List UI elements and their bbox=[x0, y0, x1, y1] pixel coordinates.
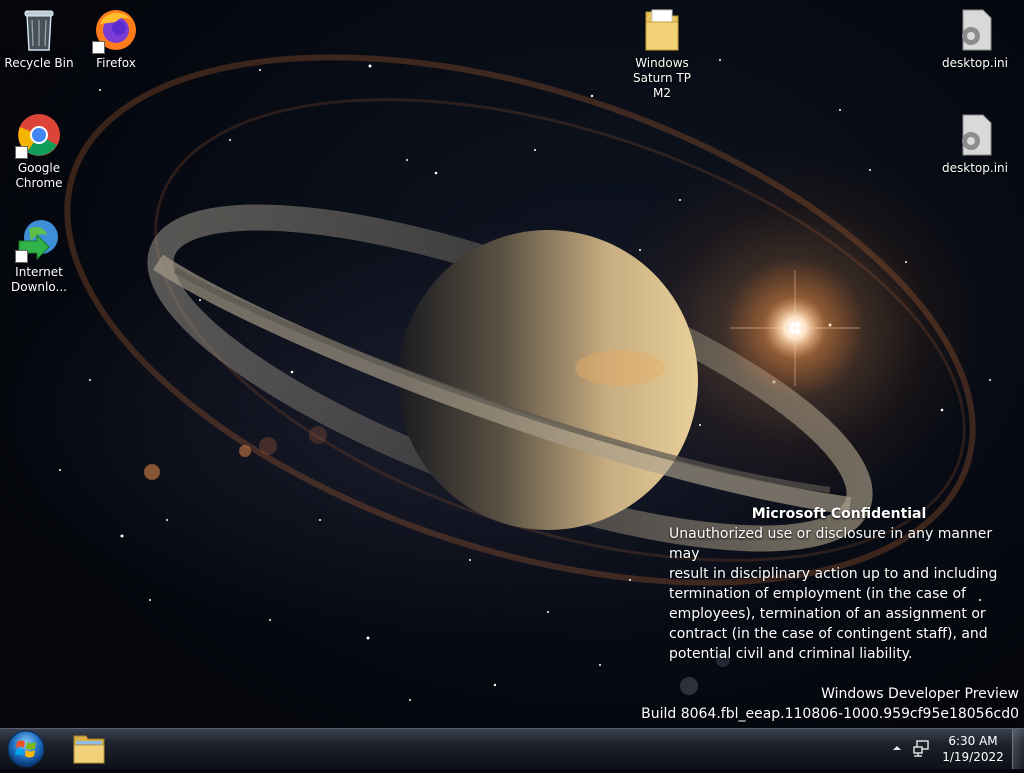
recycle-bin-shortcut[interactable]: Recycle Bin bbox=[1, 6, 77, 71]
idm-label-line2: Downlo... bbox=[11, 280, 67, 294]
internet-download-manager-shortcut[interactable]: Internet Downlo... bbox=[1, 215, 77, 295]
shortcut-arrow-icon bbox=[15, 146, 28, 159]
google-chrome-shortcut[interactable]: Google Chrome bbox=[1, 111, 77, 191]
folder-label-line1: Windows bbox=[635, 56, 689, 70]
chrome-label-line1: Google bbox=[17, 161, 61, 175]
firefox-shortcut[interactable]: Firefox bbox=[78, 6, 154, 71]
folder-label-line2: Saturn TP M2 bbox=[633, 71, 691, 100]
confidential-line: potential civil and criminal liability. bbox=[669, 646, 913, 662]
confidential-line: result in disciplinary action up to and … bbox=[669, 566, 998, 582]
taskbar-clock[interactable]: 6:30 AM 1/19/2022 bbox=[928, 733, 1018, 765]
desktop-ini-label-1: desktop.ini bbox=[942, 56, 1008, 70]
desktop[interactable]: Recycle Bin Firefox Google Chrome Intern… bbox=[0, 0, 1024, 728]
confidential-line: contract (in the case of contingent staf… bbox=[669, 626, 988, 642]
clock-date: 1/19/2022 bbox=[942, 750, 1004, 764]
confidential-line: Unauthorized use or disclosure in any ma… bbox=[669, 526, 993, 562]
idm-label-line1: Internet bbox=[15, 265, 63, 279]
build-watermark: Windows Developer Preview Build 8064.fbl… bbox=[641, 684, 1019, 724]
chevron-up-icon[interactable] bbox=[890, 741, 904, 755]
clock-time: 6:30 AM bbox=[948, 734, 998, 748]
desktop-ini-label-2: desktop.ini bbox=[942, 161, 1008, 175]
show-desktop-button[interactable] bbox=[1012, 729, 1024, 769]
windows-orb-icon bbox=[7, 730, 45, 768]
start-button[interactable] bbox=[4, 729, 48, 769]
firefox-icon bbox=[92, 6, 140, 54]
desktop-ini-file-2[interactable]: desktop.ini bbox=[937, 111, 1013, 176]
settings-file-icon bbox=[951, 6, 999, 54]
recycle-bin-icon bbox=[15, 6, 63, 54]
windows-saturn-folder[interactable]: Windows Saturn TP M2 bbox=[624, 6, 700, 101]
folder-icon bbox=[73, 735, 105, 764]
shortcut-arrow-icon bbox=[92, 41, 105, 54]
firefox-label: Firefox bbox=[96, 56, 136, 70]
recycle-bin-label: Recycle Bin bbox=[4, 56, 74, 70]
desktop-ini-file-1[interactable]: desktop.ini bbox=[937, 6, 1013, 71]
chrome-icon bbox=[15, 111, 63, 159]
chrome-label-line2: Chrome bbox=[15, 176, 63, 190]
globe-download-icon bbox=[15, 215, 63, 263]
folder-icon bbox=[638, 6, 686, 54]
settings-file-icon bbox=[951, 111, 999, 159]
shortcut-arrow-icon bbox=[15, 250, 28, 263]
taskbar: 6:30 AM 1/19/2022 bbox=[0, 728, 1024, 769]
explorer-taskbar-button[interactable] bbox=[64, 730, 114, 768]
confidential-line: employees), termination of an assignment… bbox=[669, 606, 986, 622]
watermark-build: Build 8064.fbl_eeap.110806-1000.959cf95e… bbox=[641, 706, 1019, 722]
watermark-edition: Windows Developer Preview bbox=[821, 686, 1019, 702]
confidential-title: Microsoft Confidential bbox=[751, 506, 927, 522]
confidential-notice: Microsoft Confidential Unauthorized use … bbox=[669, 504, 1019, 664]
confidential-line: termination of employment (in the case o… bbox=[669, 586, 966, 602]
